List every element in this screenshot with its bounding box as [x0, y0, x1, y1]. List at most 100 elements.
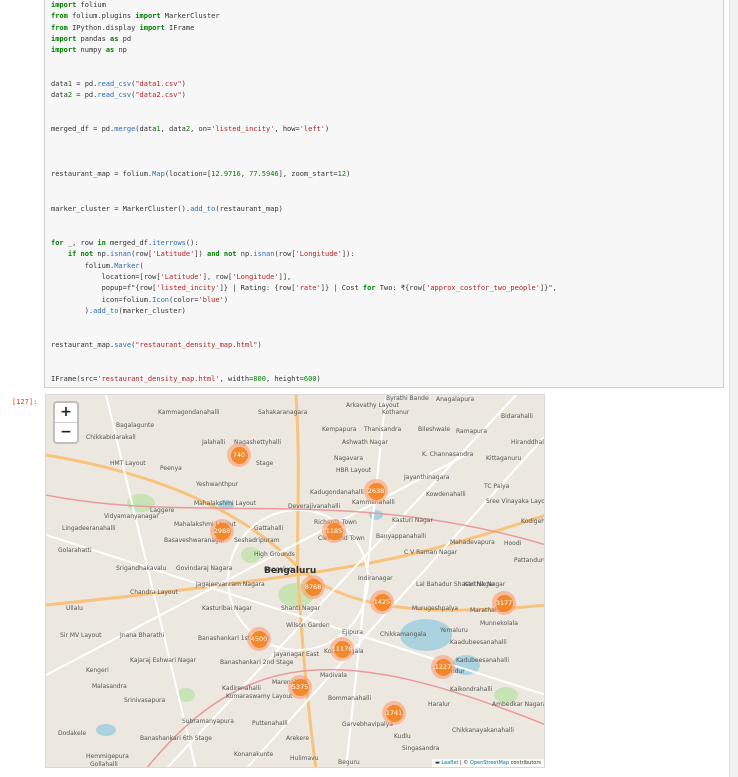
code-line: from IPython.display import IFrame: [51, 24, 195, 32]
output-prompt: [127]:: [12, 398, 38, 406]
code-line: import pandas as pd: [51, 35, 132, 43]
place-label: Hiranddhalli: [511, 439, 545, 446]
place-label: Kittaganuru: [486, 455, 522, 462]
place-label: Chikkabidarakall: [86, 434, 136, 441]
marker-cluster[interactable]: 2968: [210, 519, 234, 543]
marker-cluster[interactable]: 5375: [288, 675, 312, 699]
place-label: Golarahatti: [58, 547, 92, 554]
marker-cluster[interactable]: 1425: [370, 590, 394, 614]
place-label: Kengeri: [86, 667, 109, 674]
place-label: Yeshwanthpur: [196, 481, 239, 488]
code-line: marker_cluster = MarkerCluster().add_to(…: [51, 205, 283, 213]
marker-cluster[interactable]: 1185: [322, 519, 346, 543]
leaflet-link[interactable]: Leaflet: [441, 760, 458, 766]
place-label: Singasandra: [402, 745, 440, 752]
place-label: Munnekolala: [480, 620, 518, 627]
marker-cluster-count: 5375: [291, 678, 309, 696]
place-label: Konanakunte: [234, 751, 274, 758]
marker-cluster[interactable]: 8768: [301, 575, 325, 599]
attribution-separator: | ©: [458, 760, 470, 766]
place-label: Gollahalli: [90, 761, 118, 768]
marker-cluster-count: 2638: [367, 482, 385, 500]
place-label: Pattanduru: [514, 557, 545, 564]
code-cell[interactable]: import folium from folium.plugins import …: [44, 0, 724, 388]
page-scrollbar[interactable]: [729, 0, 738, 777]
marker-cluster[interactable]: 11176: [330, 637, 354, 661]
place-label: Subramanyapura: [182, 718, 234, 725]
place-label: Yemaluru: [440, 627, 468, 634]
place-label: Hoodi: [504, 540, 522, 547]
place-label: Kodigehalli: [521, 518, 545, 525]
place-label: Ejipura: [342, 629, 363, 636]
place-label: Kammagondanahalli: [158, 409, 220, 416]
place-label: Jnana Bharathi: [120, 632, 165, 639]
place-label: Vidyamanyanagar: [104, 513, 159, 520]
place-label: Jayanagar East: [274, 651, 319, 658]
code-line: icon=folium.Icon(color='blue'): [51, 296, 229, 304]
marker-cluster-count: 1425: [373, 593, 391, 611]
code-line: for _, row in merged_df.iterrows():: [51, 239, 199, 247]
marker-cluster[interactable]: 3177: [492, 591, 516, 615]
osm-link[interactable]: OpenStreetMap: [470, 760, 509, 766]
place-label: Jalahalli: [202, 439, 226, 446]
place-label: C V Raman Nagar: [404, 549, 458, 556]
place-label: Ambedkar Nagara: [492, 701, 545, 708]
code-line: data1 = pd.read_csv("data1.csv"): [51, 80, 186, 88]
code-line: restaurant_map = folium.Map(location=[12…: [51, 170, 351, 178]
place-label: HBR Layout: [336, 467, 372, 474]
place-label: Bidarahalli: [501, 413, 533, 420]
place-label: Deverajivanahalli: [288, 503, 341, 510]
place-label: Kempapura: [322, 426, 357, 433]
marker-cluster[interactable]: 740: [227, 443, 251, 467]
place-label: HMT Layout: [110, 460, 146, 467]
code-line: if not np.isnan(row['Latitude']) and not…: [67, 250, 355, 258]
marker-cluster[interactable]: 4500: [247, 627, 271, 651]
marker-cluster-count: 1185: [325, 522, 343, 540]
place-label: Govindaraj Nagara: [176, 565, 233, 572]
leaflet-icon: ▬: [435, 760, 440, 766]
place-label: Gattahalli: [254, 525, 284, 532]
zoom-out-button[interactable]: −: [55, 422, 77, 442]
code-line: ).add_to(marker_cluster): [51, 307, 186, 315]
code-line: import numpy as np: [51, 46, 127, 54]
place-label: Shanti Nagar: [281, 605, 321, 612]
place-label: Chandra Layout: [130, 589, 178, 596]
code-line: merged_df = pd.merge(data1, data2, on='l…: [51, 125, 330, 133]
place-label: Kadirenahalli: [222, 685, 261, 692]
place-label: Ramapura: [456, 428, 487, 435]
code-line: from folium.plugins import MarkerCluster: [51, 12, 220, 20]
zoom-in-button[interactable]: +: [55, 403, 77, 422]
place-label: Kaikondrahalli: [450, 686, 493, 693]
place-label: Bagalagunte: [116, 422, 155, 429]
attribution-contributors: contributors: [509, 760, 541, 766]
place-label: Chikkamangala: [380, 631, 427, 638]
place-label: Murugeshpalya: [412, 605, 459, 612]
code-line: folium.Marker(: [51, 262, 144, 270]
place-label: Banashankari 6th Stage: [140, 735, 212, 742]
place-label: Kasturi Nagar: [392, 517, 433, 524]
place-label: Kudlu: [394, 733, 411, 740]
marker-cluster[interactable]: 1227: [431, 655, 455, 679]
place-label: High Grounds: [254, 551, 295, 558]
place-label: Puttenahalli: [252, 720, 288, 727]
place-label: Jayanthinagara: [404, 474, 450, 481]
place-label: Srinivasapura: [124, 697, 166, 704]
place-label: Banashankari 2nd Stage: [220, 659, 294, 666]
marker-cluster-count: 740: [230, 446, 248, 464]
marker-cluster[interactable]: 1741: [382, 701, 406, 725]
place-label: Chikkanayakanahalli: [452, 727, 514, 734]
place-label: Haralur: [428, 701, 451, 708]
place-label: Peenya: [160, 465, 182, 472]
marker-cluster[interactable]: 2638: [364, 479, 388, 503]
place-label: Ashwath Nagar: [342, 439, 388, 446]
place-label: Arekere: [286, 735, 310, 742]
place-label: Srigandhakavalu: [116, 565, 167, 572]
place-label: Dodakele: [58, 730, 87, 737]
folium-map[interactable]: Byrathi Bande Anagalapura Arkavathy Layout…: [45, 394, 545, 768]
marker-cluster-count: 8768: [304, 578, 322, 596]
marker-cluster-count: 2968: [213, 522, 231, 540]
place-label: Nagavara: [334, 455, 364, 462]
code-line: data2 = pd.read_csv("data2.csv"): [51, 91, 186, 99]
place-label: Banyappanahalli: [376, 533, 427, 540]
place-label: Kadugondanahalli: [310, 489, 364, 496]
